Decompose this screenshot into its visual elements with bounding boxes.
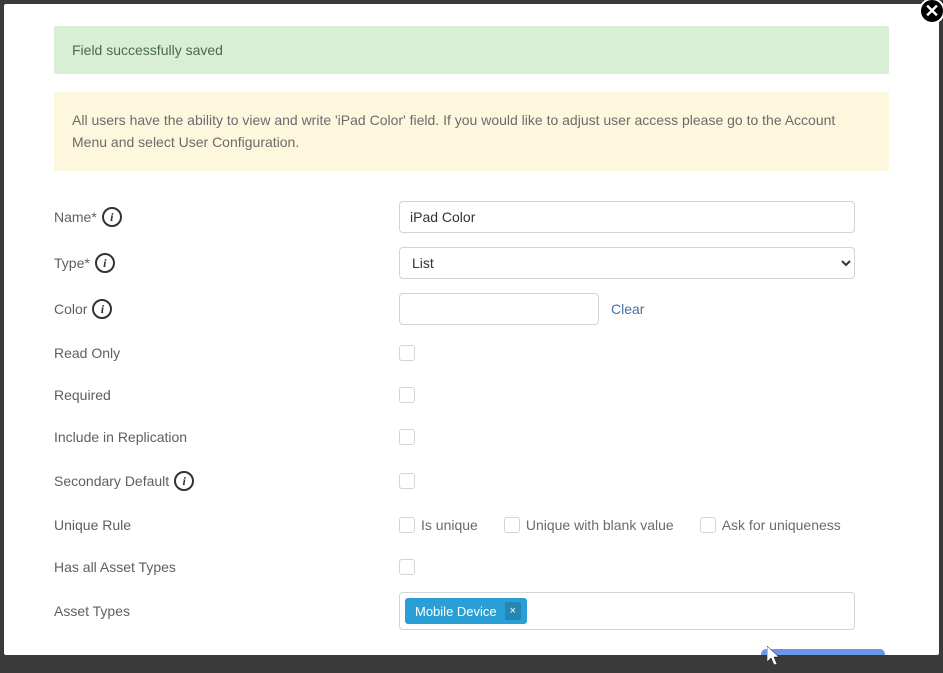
- ask-uniqueness-text: Ask for uniqueness: [722, 517, 841, 533]
- is-unique-checkbox[interactable]: [399, 517, 415, 533]
- asset-types-label: Asset Types: [54, 603, 130, 619]
- readonly-label: Read Only: [54, 345, 120, 361]
- warning-alert: All users have the ability to view and w…: [54, 92, 889, 171]
- secondary-default-checkbox[interactable]: [399, 473, 415, 489]
- success-alert: Field successfully saved: [54, 26, 889, 74]
- required-checkbox[interactable]: [399, 387, 415, 403]
- close-icon: ✕: [924, 1, 939, 22]
- unique-rule-label: Unique Rule: [54, 517, 131, 533]
- asset-type-tag: Mobile Device ×: [405, 598, 527, 624]
- unique-blank-text: Unique with blank value: [526, 517, 674, 533]
- info-icon[interactable]: i: [174, 471, 194, 491]
- ask-uniqueness-option[interactable]: Ask for uniqueness: [700, 517, 841, 533]
- info-icon[interactable]: i: [92, 299, 112, 319]
- has-all-asset-types-checkbox[interactable]: [399, 559, 415, 575]
- unique-blank-checkbox[interactable]: [504, 517, 520, 533]
- asset-types-input[interactable]: Mobile Device ×: [399, 592, 855, 630]
- name-input[interactable]: [399, 201, 855, 233]
- info-icon[interactable]: i: [95, 253, 115, 273]
- clear-color-link[interactable]: Clear: [611, 301, 644, 317]
- close-button[interactable]: ✕: [919, 0, 943, 24]
- readonly-checkbox[interactable]: [399, 345, 415, 361]
- unique-blank-option[interactable]: Unique with blank value: [504, 517, 674, 533]
- type-select[interactable]: List: [399, 247, 855, 279]
- include-replication-label: Include in Replication: [54, 429, 187, 445]
- has-all-asset-types-label: Has all Asset Types: [54, 559, 176, 575]
- is-unique-option[interactable]: Is unique: [399, 517, 478, 533]
- ask-uniqueness-checkbox[interactable]: [700, 517, 716, 533]
- asset-type-tag-label: Mobile Device: [415, 604, 497, 619]
- color-input[interactable]: [399, 293, 599, 325]
- required-label: Required: [54, 387, 111, 403]
- info-icon[interactable]: i: [102, 207, 122, 227]
- is-unique-text: Is unique: [421, 517, 478, 533]
- color-label: Color: [54, 301, 87, 317]
- name-label: Name*: [54, 209, 97, 225]
- remove-tag-button[interactable]: ×: [505, 602, 521, 620]
- secondary-default-label: Secondary Default: [54, 473, 169, 489]
- include-replication-checkbox[interactable]: [399, 429, 415, 445]
- type-label: Type*: [54, 255, 90, 271]
- field-editor-modal: Field successfully saved All users have …: [4, 4, 939, 655]
- save-and-close-button[interactable]: Save and Close: [761, 649, 885, 655]
